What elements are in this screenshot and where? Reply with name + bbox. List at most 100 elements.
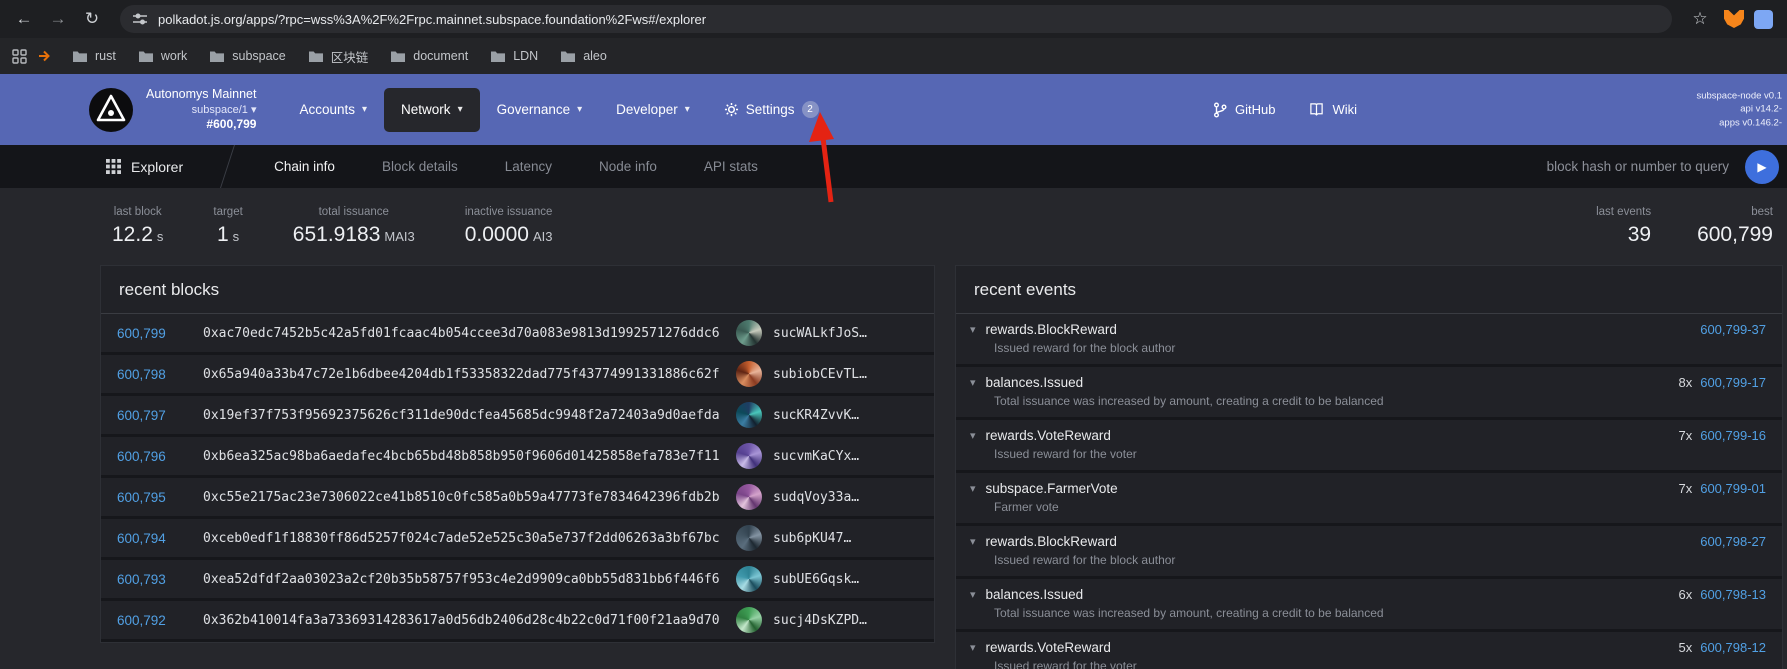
tab-node-info[interactable]: Node info bbox=[599, 159, 657, 174]
nav-item-developer[interactable]: Developer ▾ bbox=[599, 88, 707, 132]
expand-caret-icon[interactable]: ▾ bbox=[970, 376, 976, 389]
apps-grid-icon[interactable] bbox=[12, 49, 27, 64]
tab-latency[interactable]: Latency bbox=[505, 159, 552, 174]
event-link[interactable]: 600,798-27 bbox=[1700, 534, 1766, 549]
block-hash: 0x362b410014fa3a73369314283617a0d56db240… bbox=[203, 613, 720, 628]
author-name[interactable]: subiobCEvTL… bbox=[773, 367, 867, 382]
forward-icon[interactable]: → bbox=[44, 5, 72, 33]
event-link[interactable]: 600,798-12 bbox=[1700, 640, 1766, 655]
nav-item-label: Network bbox=[401, 102, 451, 117]
block-number-link[interactable]: 600,793 bbox=[117, 572, 187, 587]
nav-item-settings[interactable]: Settings2 bbox=[707, 88, 836, 132]
query-submit-button[interactable]: ▶ bbox=[1745, 150, 1779, 184]
expand-caret-icon[interactable]: ▾ bbox=[970, 429, 976, 442]
event-link[interactable]: 600,799-37 bbox=[1700, 322, 1766, 337]
bookmark-folder-5[interactable]: document bbox=[381, 45, 477, 67]
book-icon bbox=[1309, 102, 1324, 117]
block-number-link[interactable]: 600,794 bbox=[117, 531, 187, 546]
chain-selector[interactable]: subspace/1 ▾ bbox=[146, 103, 256, 117]
block-author[interactable]: sudqVoy33a… bbox=[736, 484, 918, 510]
autonomys-logo[interactable] bbox=[88, 87, 134, 133]
event-name: balances.Issued bbox=[986, 587, 1084, 602]
block-number-link[interactable]: 600,796 bbox=[117, 449, 187, 464]
bookmarks-bar: rustwork subspace 区块链 document LDNaleo bbox=[0, 38, 1787, 74]
tab-block-details[interactable]: Block details bbox=[382, 159, 458, 174]
block-author[interactable]: sub6pKU47… bbox=[736, 525, 918, 551]
bookmark-folder-3[interactable]: subspace bbox=[200, 45, 295, 67]
event-link[interactable]: 600,798-13 bbox=[1700, 587, 1766, 602]
expand-caret-icon[interactable]: ▾ bbox=[970, 588, 976, 601]
nav-item-governance[interactable]: Governance▾ bbox=[480, 88, 600, 132]
expand-caret-icon[interactable]: ▾ bbox=[970, 641, 976, 654]
tab-api-stats[interactable]: API stats bbox=[704, 159, 758, 174]
metamask-extension-icon[interactable] bbox=[1724, 10, 1744, 28]
nav-item-network[interactable]: Network▾ bbox=[384, 88, 480, 132]
block-author[interactable]: sucj4DsKZPD… bbox=[736, 607, 918, 633]
bookmark-folder-7[interactable]: aleo bbox=[551, 45, 616, 67]
event-link[interactable]: 600,799-17 bbox=[1700, 375, 1766, 390]
site-settings-icon[interactable] bbox=[132, 11, 148, 27]
url-text[interactable]: polkadot.js.org/apps/?rpc=wss%3A%2F%2Frp… bbox=[158, 12, 706, 27]
block-number-link[interactable]: 600,798 bbox=[117, 367, 187, 382]
chevron-down-icon: ▾ bbox=[685, 104, 690, 115]
tab-chain-info[interactable]: Chain info bbox=[274, 159, 335, 174]
nav-item-label: Settings bbox=[746, 102, 795, 117]
author-name[interactable]: sucvmKaCYx… bbox=[773, 449, 859, 464]
github-link[interactable]: GitHub bbox=[1213, 102, 1275, 118]
folder-icon bbox=[138, 50, 154, 63]
author-name[interactable]: sucKR4ZvvK… bbox=[773, 408, 859, 423]
recent-events-body: ▾rewards.BlockReward600,799-37Issued rew… bbox=[956, 314, 1782, 669]
author-name[interactable]: sub6pKU47… bbox=[773, 531, 851, 546]
block-number-link[interactable]: 600,795 bbox=[117, 490, 187, 505]
block-author[interactable]: subiobCEvTL… bbox=[736, 361, 918, 387]
bookmark-folder-6[interactable]: LDN bbox=[481, 45, 547, 67]
event-count: 7x bbox=[1678, 428, 1692, 443]
block-number-link[interactable]: 600,799 bbox=[117, 326, 187, 341]
bookmark-folder-1[interactable]: rust bbox=[63, 45, 125, 67]
bookmark-label: subspace bbox=[232, 49, 286, 63]
expand-caret-icon[interactable]: ▾ bbox=[970, 535, 976, 548]
block-search-input[interactable] bbox=[1449, 159, 1729, 174]
chain-info[interactable]: Autonomys Mainnet subspace/1 ▾ #600,799 bbox=[146, 86, 256, 132]
divider bbox=[220, 145, 235, 188]
author-name[interactable]: sudqVoy33a… bbox=[773, 490, 859, 505]
bookmark-folder-4[interactable]: 区块链 bbox=[299, 43, 378, 70]
event-description: Total issuance was increased by amount, … bbox=[994, 606, 1766, 620]
event-row: ▾balances.Issued6x600,798-13Total issuan… bbox=[956, 579, 1782, 632]
stat-label: last events bbox=[1596, 206, 1651, 218]
block-author[interactable]: sucvmKaCYx… bbox=[736, 443, 918, 469]
author-name[interactable]: subUE6Gqsk… bbox=[773, 572, 859, 587]
author-identicon bbox=[736, 402, 762, 428]
event-count: 8x bbox=[1678, 375, 1692, 390]
event-link[interactable]: 600,799-16 bbox=[1700, 428, 1766, 443]
sidebar-item-explorer[interactable]: Explorer bbox=[106, 159, 183, 175]
event-row: ▾rewards.BlockReward600,799-37Issued rew… bbox=[956, 314, 1782, 367]
back-icon[interactable]: ← bbox=[10, 5, 38, 33]
nav-item-label: Developer bbox=[616, 102, 678, 117]
block-author[interactable]: sucWALkfJoS… bbox=[736, 320, 918, 346]
arrow-bookmark-icon[interactable] bbox=[37, 49, 53, 63]
event-link[interactable]: 600,799-01 bbox=[1700, 481, 1766, 496]
expand-caret-icon[interactable]: ▾ bbox=[970, 482, 976, 495]
stats-row: last block12.2starget1stotal issuance651… bbox=[0, 188, 1787, 257]
block-hash: 0xceb0edf1f18830ff86d5257f024c7ade52e525… bbox=[203, 531, 720, 546]
bookmark-star-icon[interactable]: ☆ bbox=[1686, 5, 1714, 33]
block-author[interactable]: sucKR4ZvvK… bbox=[736, 402, 918, 428]
folder-icon bbox=[72, 50, 88, 63]
block-number-link[interactable]: 600,797 bbox=[117, 408, 187, 423]
author-name[interactable]: sucWALkfJoS… bbox=[773, 326, 867, 341]
version-line: apps v0.146.2- bbox=[1664, 116, 1782, 130]
bookmark-label: document bbox=[413, 49, 468, 63]
extension-icon[interactable] bbox=[1754, 10, 1773, 29]
block-author[interactable]: subUE6Gqsk… bbox=[736, 566, 918, 592]
wiki-link[interactable]: Wiki bbox=[1309, 102, 1357, 117]
reload-icon[interactable]: ↻ bbox=[78, 5, 106, 33]
nav-item-accounts[interactable]: Accounts▾ bbox=[282, 88, 384, 132]
block-number-link[interactable]: 600,792 bbox=[117, 613, 187, 628]
block-hash: 0x19ef37f753f95692375626cf311de90dcfea45… bbox=[203, 408, 720, 423]
bookmark-folder-2[interactable]: work bbox=[129, 45, 196, 67]
author-name[interactable]: sucj4DsKZPD… bbox=[773, 613, 867, 628]
address-bar[interactable]: polkadot.js.org/apps/?rpc=wss%3A%2F%2Frp… bbox=[120, 5, 1672, 33]
expand-caret-icon[interactable]: ▾ bbox=[970, 323, 976, 336]
stat-label: inactive issuance bbox=[465, 206, 553, 218]
